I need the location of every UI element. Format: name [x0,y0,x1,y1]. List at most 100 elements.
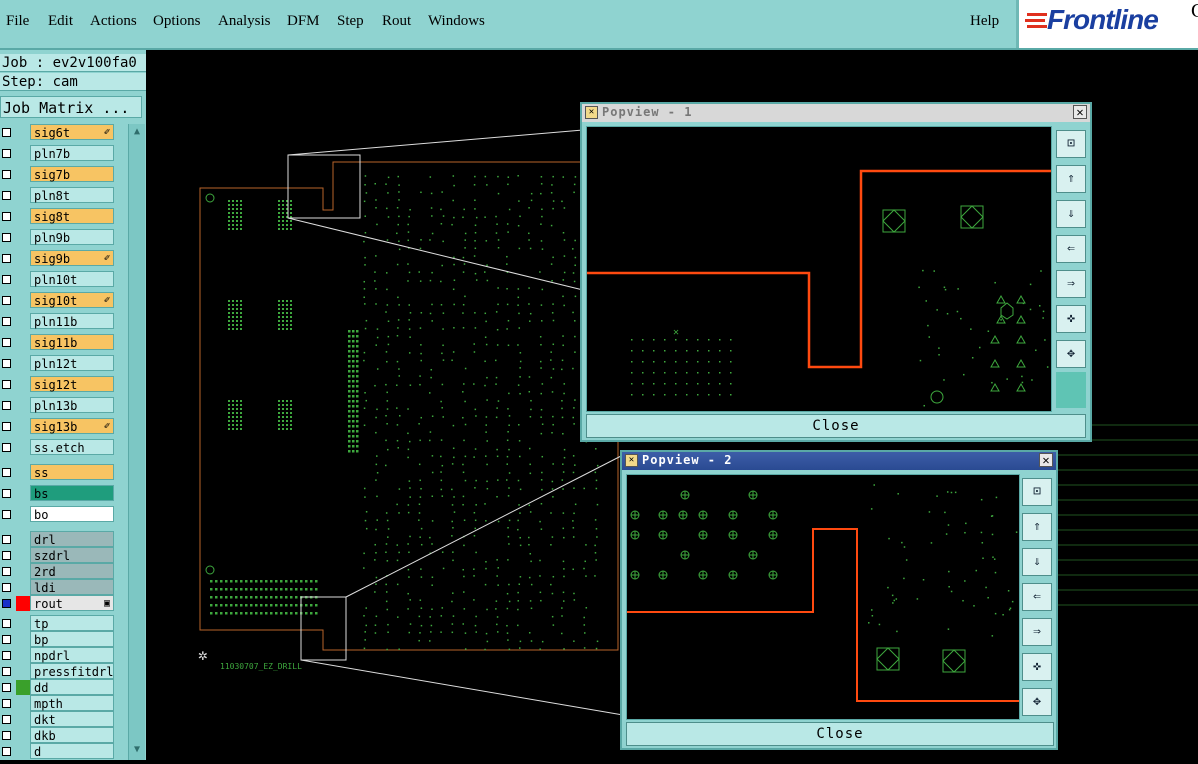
layer-checkbox[interactable] [2,128,11,137]
layer-row-sig10t[interactable]: sig10t ✐ [0,292,116,309]
menu-analysis[interactable]: Analysis [218,13,271,30]
menu-rout[interactable]: Rout [382,13,411,30]
layer-row-szdrl[interactable]: szdrl [0,547,116,564]
layer-checkbox[interactable] [2,583,11,592]
layer-checkbox[interactable] [2,233,11,242]
layer-name[interactable]: sig10t ✐ [30,292,114,308]
pan-up-icon[interactable]: ⇑ [1056,165,1086,193]
layer-name[interactable]: pln12t [30,355,114,371]
layer-name[interactable]: sig7b [30,166,114,182]
layer-name[interactable]: bo [30,506,114,522]
popview-1-view[interactable]: ✕ [586,126,1052,412]
layer-menu-icon[interactable]: ▣ [104,596,110,612]
layer-row-tp[interactable]: tp [0,615,116,632]
layer-name[interactable]: dd [30,679,114,695]
layer-name[interactable]: sig8t [30,208,114,224]
layer-name[interactable]: bs [30,485,114,501]
layer-checkbox[interactable] [2,380,11,389]
layer-checkbox[interactable] [2,443,11,452]
layer-row-pln11b[interactable]: pln11b [0,313,116,330]
popview-2-close-button[interactable]: Close [626,722,1054,746]
layer-row-dkt[interactable]: dkt [0,711,116,728]
layer-checkbox[interactable] [2,535,11,544]
layer-row-sig7b[interactable]: sig7b [0,166,116,183]
pan-down-icon[interactable]: ⇓ [1056,200,1086,228]
layer-checkbox[interactable] [2,619,11,628]
layer-checkbox[interactable] [2,635,11,644]
layer-name[interactable]: sig13b ✐ [30,418,114,434]
layer-checkbox[interactable] [2,715,11,724]
layer-name[interactable]: d [30,743,114,759]
layer-row-pressfitdrl[interactable]: pressfitdrl [0,663,116,680]
layer-row-ldi[interactable]: ldi [0,579,116,596]
layer-checkbox[interactable] [2,699,11,708]
layer-checkbox[interactable] [2,422,11,431]
layer-name[interactable]: sig12t [30,376,114,392]
layer-row-sig9b[interactable]: sig9b ✐ [0,250,116,267]
layer-name[interactable]: bp [30,631,114,647]
pan-right-icon[interactable]: ⇒ [1022,618,1052,646]
layer-row-ss[interactable]: ss [0,464,116,481]
layer-row-2rd[interactable]: 2rd [0,563,116,580]
pan-down-icon[interactable]: ⇓ [1022,548,1052,576]
layer-row-pln7b[interactable]: pln7b [0,145,116,162]
pan-left-icon[interactable]: ⇐ [1056,235,1086,263]
zoom-out-icon[interactable]: ✥ [1022,688,1052,716]
menu-edit[interactable]: Edit [48,13,73,30]
layer-row-npdrl[interactable]: npdrl [0,647,116,664]
layer-checkbox[interactable] [2,359,11,368]
layer-checkbox[interactable] [2,401,11,410]
layer-checkbox[interactable] [2,212,11,221]
zoom-fit-icon[interactable]: ⊡ [1056,130,1086,158]
layer-checkbox[interactable] [2,551,11,560]
zoom-fit-icon[interactable]: ⊡ [1022,478,1052,506]
menu-file[interactable]: File [6,13,29,30]
popview-1-close-button[interactable]: Close [586,414,1086,438]
layer-row-rout[interactable]: rout ▣ [0,595,116,612]
layer-name[interactable]: pln10t [30,271,114,287]
layer-checkbox[interactable] [2,599,11,608]
zoom-in-icon[interactable]: ✜ [1056,305,1086,333]
layer-name[interactable]: sig6t ✐ [30,124,114,140]
layer-row-sig8t[interactable]: sig8t [0,208,116,225]
layer-name[interactable]: pln9b [30,229,114,245]
layer-name[interactable]: sig11b [30,334,114,350]
close-icon[interactable]: ✕ [1039,453,1053,467]
layer-name[interactable]: pln8t [30,187,114,203]
menu-dfm[interactable]: DFM [287,13,320,30]
layer-row-dkb[interactable]: dkb [0,727,116,744]
layer-name[interactable]: npdrl [30,647,114,663]
layer-checkbox[interactable] [2,338,11,347]
layer-name[interactable]: pln13b [30,397,114,413]
menu-windows[interactable]: Windows [428,13,485,30]
job-matrix-button[interactable]: Job Matrix ... [0,96,142,118]
layer-checkbox[interactable] [2,317,11,326]
layer-color-swatch[interactable] [16,680,30,695]
layer-row-pln13b[interactable]: pln13b [0,397,116,414]
layer-checkbox[interactable] [2,149,11,158]
layer-row-dd[interactable]: dd [0,679,116,696]
layer-color-swatch[interactable] [16,596,30,611]
layer-name[interactable]: dkt [30,711,114,727]
layer-name[interactable]: ss.etch [30,439,114,455]
layer-name[interactable]: rout ▣ [30,595,114,611]
layer-checkbox[interactable] [2,191,11,200]
scroll-down-icon[interactable]: ▼ [131,744,143,756]
layer-checkbox[interactable] [2,468,11,477]
layer-name[interactable]: mpth [30,695,114,711]
layer-row-bo[interactable]: bo [0,506,116,523]
layer-row-ss-etch[interactable]: ss.etch [0,439,116,456]
layer-checkbox[interactable] [2,731,11,740]
pan-right-icon[interactable]: ⇒ [1056,270,1086,298]
layer-checkbox[interactable] [2,683,11,692]
layer-checkbox[interactable] [2,567,11,576]
layer-checkbox[interactable] [2,296,11,305]
layer-name[interactable]: pln11b [30,313,114,329]
layer-name[interactable]: drl [30,531,114,547]
layer-row-sig13b[interactable]: sig13b ✐ [0,418,116,435]
layer-row-pln8t[interactable]: pln8t [0,187,116,204]
layer-row-sig6t[interactable]: sig6t ✐ [0,124,116,141]
menu-options[interactable]: Options [153,13,201,30]
layer-name[interactable]: pln7b [30,145,114,161]
layer-name[interactable]: sig9b ✐ [30,250,114,266]
